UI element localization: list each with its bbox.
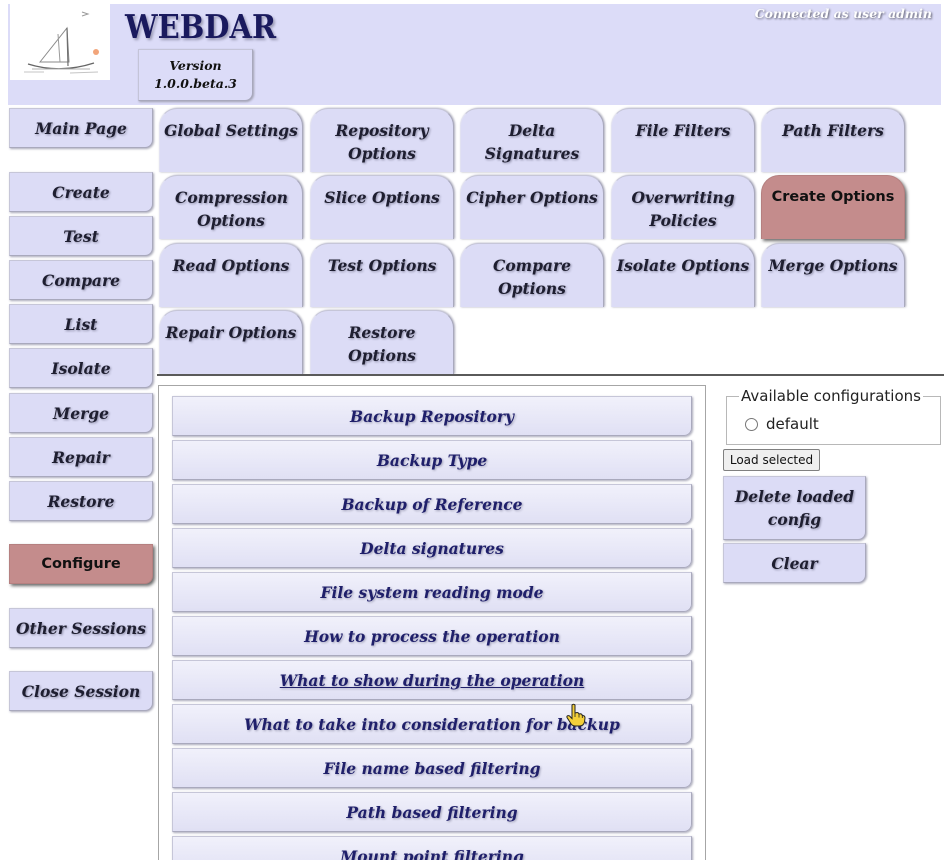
nav-compare-button[interactable]: Compare — [9, 260, 153, 300]
tab-repair-options[interactable]: Repair Options — [159, 310, 303, 374]
tab-label: Repair Options — [165, 323, 297, 342]
nav-isolate-button[interactable]: Isolate — [9, 348, 153, 388]
nav-repair-button[interactable]: Repair — [9, 437, 153, 477]
nav-close-session-button[interactable]: Close Session — [9, 671, 153, 711]
tab-label: Read Options — [172, 256, 290, 275]
section-mount-point-filtering-button[interactable]: Mount point filtering — [172, 836, 692, 860]
nav-list-button[interactable]: List — [9, 304, 153, 344]
clear-button[interactable]: Clear — [723, 543, 866, 583]
tab-label: Slice Options — [324, 188, 440, 207]
tab-label: Create Options — [771, 189, 895, 205]
tab-compare-options[interactable]: Compare Options — [460, 243, 604, 307]
section-file-system-reading-mode-button[interactable]: File system reading mode — [172, 572, 692, 612]
sailboat-logo — [10, 4, 110, 80]
tab-label: Test Options — [327, 256, 437, 275]
tab-label: Isolate Options — [616, 256, 750, 275]
section-file-name-filtering-button[interactable]: File name based filtering — [172, 748, 692, 788]
nav-merge-button[interactable]: Merge — [9, 393, 153, 433]
tab-isolate-options[interactable]: Isolate Options — [611, 243, 755, 307]
tab-label: Cipher Options — [466, 188, 598, 207]
tab-read-options[interactable]: Read Options — [159, 243, 303, 307]
tab-merge-options[interactable]: Merge Options — [761, 243, 905, 307]
tab-repository-options[interactable]: Repository Options — [310, 108, 454, 172]
tab-label: Overwriting Policies — [631, 188, 735, 230]
version-number: 1.0.0.beta.3 — [154, 76, 237, 91]
tab-delta-signatures[interactable]: Delta Signatures — [460, 108, 604, 172]
tab-test-options[interactable]: Test Options — [310, 243, 454, 307]
tab-global-settings[interactable]: Global Settings — [159, 108, 303, 172]
tab-label: Global Settings — [164, 121, 298, 140]
tab-label: Path Filters — [782, 121, 884, 140]
load-selected-button[interactable]: Load selected — [723, 449, 820, 471]
nav-main-page-button[interactable]: Main Page — [9, 108, 153, 148]
nav-test-button[interactable]: Test — [9, 216, 153, 256]
tab-label: Merge Options — [768, 256, 898, 275]
tab-file-filters[interactable]: File Filters — [611, 108, 755, 172]
tab-compression-options[interactable]: Compression Options — [159, 175, 303, 239]
tab-restore-options[interactable]: Restore Options — [310, 310, 454, 374]
section-how-to-process-button[interactable]: How to process the operation — [172, 616, 692, 656]
connection-status: Connected as user admin — [754, 6, 932, 21]
version-box: Version 1.0.0.beta.3 — [138, 49, 253, 101]
tab-label: Repository Options — [335, 121, 429, 163]
configurations-legend: Available configurations — [741, 387, 921, 405]
nav-restore-button[interactable]: Restore — [9, 481, 153, 521]
config-option-label: default — [766, 415, 819, 433]
tabs-divider — [157, 374, 944, 376]
section-backup-of-reference-button[interactable]: Backup of Reference — [172, 484, 692, 524]
tab-path-filters[interactable]: Path Filters — [761, 108, 905, 172]
create-options-panel: Backup Repository Backup Type Backup of … — [158, 385, 706, 860]
section-backup-type-button[interactable]: Backup Type — [172, 440, 692, 480]
tab-slice-options[interactable]: Slice Options — [310, 175, 454, 239]
version-label: Version — [169, 58, 222, 73]
hand-pointer-icon — [564, 703, 586, 727]
tab-cipher-options[interactable]: Cipher Options — [460, 175, 604, 239]
section-backup-repository-button[interactable]: Backup Repository — [172, 396, 692, 436]
tab-label: Compare Options — [493, 256, 571, 298]
tab-label: Compression Options — [175, 188, 288, 230]
section-what-to-show-button[interactable]: What to show during the operation — [172, 660, 692, 700]
section-what-to-take-into-consideration-button[interactable]: What to take into consideration for back… — [172, 704, 692, 744]
tab-label: Restore Options — [348, 323, 416, 365]
config-option-default[interactable]: default — [745, 415, 819, 433]
tab-overwriting-policies[interactable]: Overwriting Policies — [611, 175, 755, 239]
available-configurations-box: Available configurations default — [726, 387, 941, 445]
tab-label: File Filters — [635, 121, 731, 140]
sailboat-logo-icon — [24, 11, 99, 74]
tab-create-options[interactable]: Create Options — [761, 175, 905, 239]
section-path-filtering-button[interactable]: Path based filtering — [172, 792, 692, 832]
app-title: WEBDAR — [125, 7, 277, 46]
tab-label: Delta Signatures — [484, 121, 580, 163]
delete-loaded-config-button[interactable]: Delete loaded config — [723, 476, 866, 540]
nav-create-button[interactable]: Create — [9, 172, 153, 212]
radio-button[interactable] — [745, 417, 758, 431]
nav-other-sessions-button[interactable]: Other Sessions — [9, 608, 153, 648]
section-delta-signatures-button[interactable]: Delta signatures — [172, 528, 692, 568]
nav-configure-button[interactable]: Configure — [9, 544, 153, 584]
